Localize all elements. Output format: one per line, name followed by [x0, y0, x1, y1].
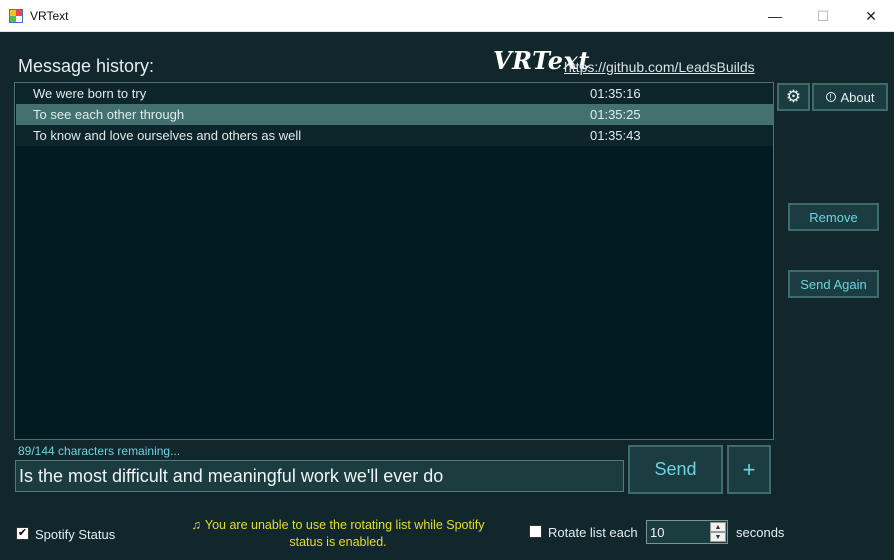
- add-button[interactable]: +: [727, 445, 771, 494]
- rotate-list-label: Rotate list each: [548, 525, 638, 540]
- message-history-label: Message history:: [18, 56, 155, 76]
- music-note-icon: ♫: [191, 518, 201, 532]
- about-button[interactable]: ! About: [812, 83, 888, 111]
- history-message: To know and love ourselves and others as…: [33, 128, 302, 143]
- minimize-button[interactable]: —: [752, 0, 798, 32]
- app-window: VRText — ☐ ✕ Message history: VRText htt…: [0, 0, 894, 560]
- history-row[interactable]: To see each other through 01:35:25: [16, 104, 773, 125]
- github-link[interactable]: https://github.com/LeadsBuilds: [564, 59, 755, 75]
- history-time: 01:35:43: [590, 128, 641, 143]
- seconds-label: seconds: [736, 525, 785, 540]
- history-message: To see each other through: [33, 107, 185, 122]
- stepper-up-icon[interactable]: ▲: [710, 522, 726, 532]
- send-button[interactable]: Send: [628, 445, 723, 494]
- settings-button[interactable]: ⚙: [777, 83, 810, 111]
- history-row[interactable]: We were born to try 01:35:16: [16, 83, 773, 104]
- maximize-button[interactable]: ☐: [800, 0, 846, 32]
- rotate-list-checkbox[interactable]: [529, 525, 542, 538]
- message-history-list[interactable]: We were born to try 01:35:16 To see each…: [14, 82, 774, 440]
- title-bar: VRText — ☐ ✕: [0, 0, 894, 32]
- close-button[interactable]: ✕: [848, 0, 894, 32]
- info-icon: !: [825, 92, 836, 102]
- about-label: About: [840, 89, 875, 105]
- history-row[interactable]: To know and love ourselves and others as…: [16, 125, 773, 146]
- characters-remaining: 89/144 characters remaining...: [18, 444, 181, 458]
- spotify-status-checkbox[interactable]: ✔: [16, 527, 29, 540]
- stepper-down-icon[interactable]: ▼: [710, 532, 726, 542]
- app-icon: [9, 9, 23, 23]
- message-input[interactable]: [15, 460, 624, 492]
- history-time: 01:35:25: [590, 107, 641, 122]
- rotate-interval-stepper[interactable]: 10 ▲ ▼: [646, 520, 728, 544]
- spotify-warning: ♫ You are unable to use the rotating list…: [178, 517, 498, 551]
- spotify-status-label: Spotify Status: [35, 527, 116, 542]
- rotate-interval-value: 10: [650, 525, 665, 540]
- send-again-button[interactable]: Send Again: [788, 270, 879, 298]
- gear-icon: ⚙: [785, 87, 802, 106]
- history-message: We were born to try: [33, 86, 147, 101]
- window-title: VRText: [30, 9, 69, 23]
- warning-text: You are unable to use the rotating list …: [204, 518, 485, 549]
- history-time: 01:35:16: [590, 86, 641, 101]
- remove-button[interactable]: Remove: [788, 203, 879, 231]
